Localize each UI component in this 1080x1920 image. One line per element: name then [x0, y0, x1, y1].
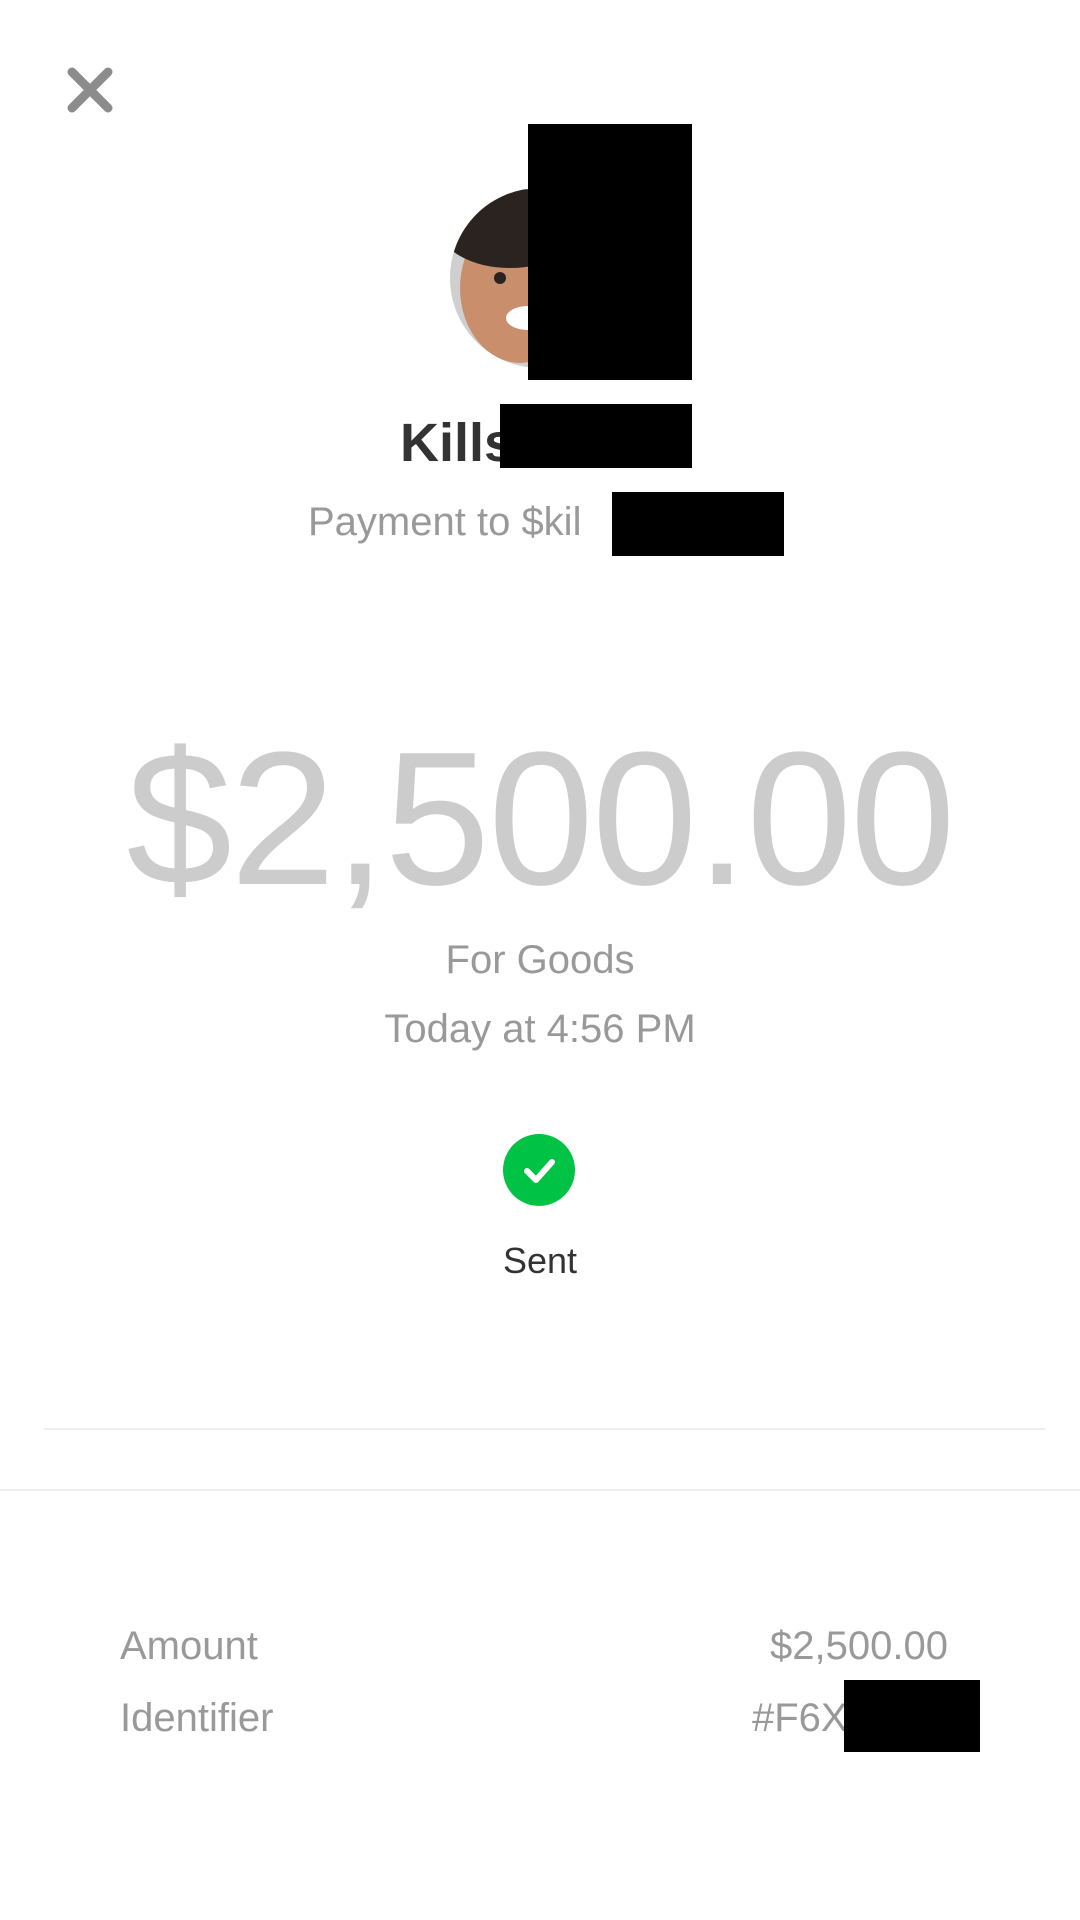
recipient-name: Kills — [400, 413, 515, 473]
status-label: Sent — [502, 1240, 578, 1281]
identifier-label: Identifier — [120, 1696, 274, 1740]
redaction-box-name — [500, 404, 692, 468]
redaction-box-identifier — [844, 1680, 980, 1752]
amount-label: Amount — [120, 1624, 258, 1668]
check-circle-icon — [503, 1134, 575, 1206]
payment-time: Today at 4:56 PM — [384, 1007, 696, 1051]
redaction-box-subtitle — [612, 492, 784, 556]
divider — [0, 1489, 1080, 1491]
identifier-value: #F6X — [752, 1696, 848, 1740]
close-button[interactable] — [60, 60, 120, 120]
close-icon — [67, 67, 113, 113]
amount-value: $2,500.00 — [770, 1624, 948, 1668]
payment-amount: $2,500.00 — [126, 713, 955, 925]
payment-subtitle: Payment to $kil — [308, 500, 582, 544]
payment-note: For Goods — [445, 938, 635, 982]
redaction-box-avatar — [528, 124, 692, 380]
divider — [44, 1428, 1045, 1430]
